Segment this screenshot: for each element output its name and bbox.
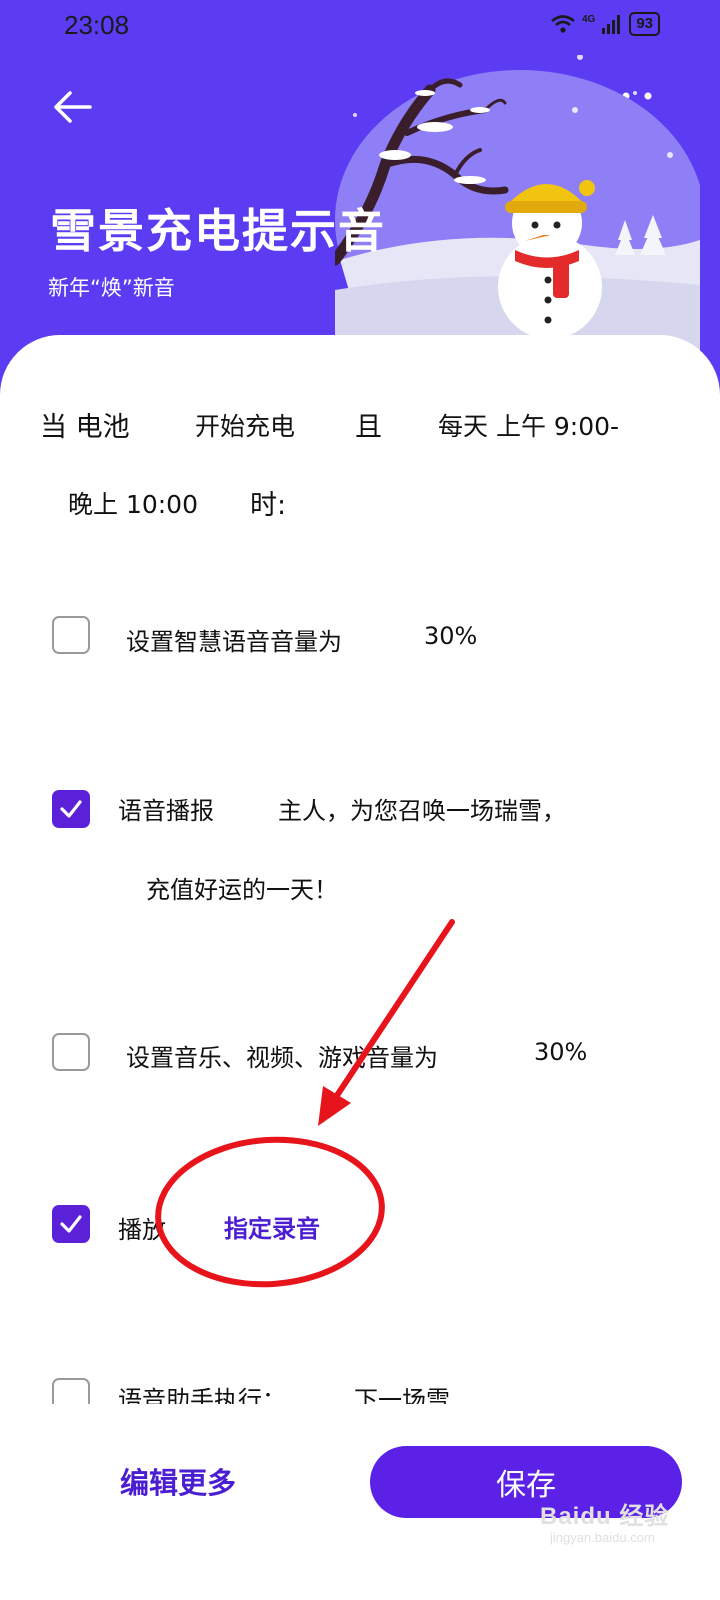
option-value[interactable]: 30% bbox=[534, 1038, 587, 1066]
option-value[interactable]: 30% bbox=[424, 622, 477, 650]
option-label: 设置智慧语音音量为 bbox=[126, 628, 342, 656]
snow-scene-illustration bbox=[335, 55, 700, 365]
signal-icon bbox=[602, 15, 621, 34]
watermark-site: jingyan.baidu.com bbox=[550, 1530, 655, 1545]
voice-broadcast-checkbox[interactable] bbox=[52, 790, 90, 828]
condition-and: 且 bbox=[355, 412, 382, 443]
option-label: 播放 bbox=[118, 1216, 166, 1244]
condition-time-range-end[interactable]: 晚上 10:00 bbox=[68, 485, 198, 521]
back-button[interactable] bbox=[44, 82, 100, 132]
volume-voice-checkbox[interactable] bbox=[52, 616, 90, 654]
status-time: 23:08 bbox=[64, 10, 130, 40]
media-volume-checkbox[interactable] bbox=[52, 1033, 90, 1071]
condition-trigger[interactable]: 开始充电 bbox=[195, 407, 295, 443]
checkmark-icon bbox=[60, 800, 82, 818]
page-subtitle: 新年“焕”新音 bbox=[48, 276, 175, 300]
baidu-watermark: Baidu 经验 jingyan.baidu.com bbox=[540, 1496, 710, 1566]
option-label: 设置音乐、视频、游戏音量为 bbox=[126, 1044, 438, 1072]
network-type: 4G bbox=[581, 13, 596, 25]
checkmark-icon bbox=[60, 1215, 82, 1233]
option-label: 语音播报 bbox=[118, 797, 214, 825]
condition-prefix: 当 电池 bbox=[40, 412, 130, 443]
watermark-logo: Baidu 经验 bbox=[540, 1503, 670, 1530]
condition-time-range[interactable]: 每天 上午 9:00- bbox=[438, 407, 619, 443]
specified-recording-link[interactable]: 指定录音 bbox=[224, 1209, 320, 1244]
play-recording-checkbox[interactable] bbox=[52, 1205, 90, 1243]
page-title: 雪景充电提示音 bbox=[50, 204, 386, 258]
option-value[interactable]: 主人，为您召唤一场瑞雪， bbox=[278, 791, 566, 826]
battery-indicator: 93 bbox=[629, 12, 660, 36]
back-arrow-icon bbox=[54, 91, 92, 123]
edit-more-button[interactable]: 编辑更多 bbox=[120, 1460, 236, 1502]
status-bar: 23:08 4G 93 bbox=[0, 0, 720, 54]
condition-suffix: 时: bbox=[250, 490, 287, 521]
option-value-line2[interactable]: 充值好运的一天！ bbox=[146, 870, 338, 905]
status-icons: 4G 93 bbox=[550, 12, 660, 36]
wifi-icon bbox=[551, 15, 575, 33]
